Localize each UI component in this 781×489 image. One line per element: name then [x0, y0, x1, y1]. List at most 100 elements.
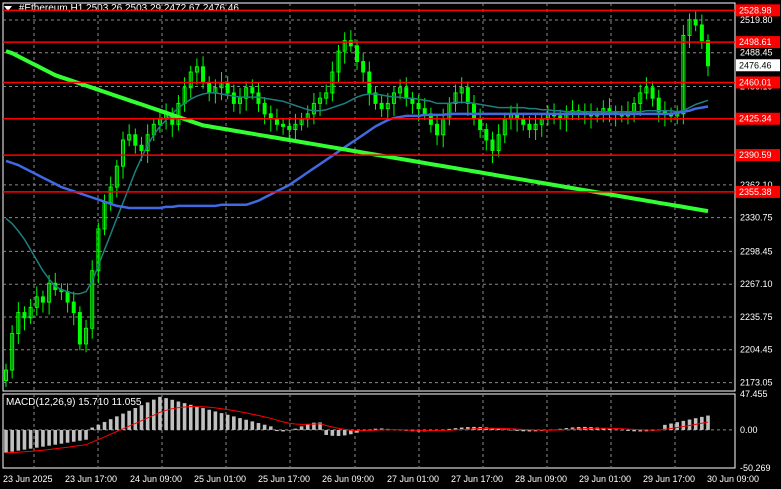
macd-histogram-bar [502, 429, 507, 431]
candle-body [231, 92, 236, 104]
macd-histogram-bar [626, 429, 630, 431]
macd-histogram-bar [53, 429, 58, 445]
time-tick-label: 29 Jun 17:00 [643, 474, 695, 484]
candle-body [650, 87, 655, 99]
price-level-label: 2528.98 [739, 5, 772, 15]
price-level-label: 2425.34 [739, 114, 772, 124]
candle-body [361, 61, 366, 73]
candle-body [250, 87, 255, 94]
time-tick-label: 25 Jun 01:00 [194, 474, 246, 484]
macd-histogram-bar [78, 429, 82, 441]
macd-histogram-bar [207, 409, 212, 430]
price-level-label: 2355.38 [739, 187, 772, 197]
macd-histogram-bar [613, 429, 618, 431]
macd-tick-label: -50.269 [740, 463, 771, 473]
price-tick-label: 2298.45 [740, 246, 773, 256]
candle-body [207, 81, 212, 94]
macd-histogram-bar [102, 421, 107, 430]
macd-histogram-bar [16, 429, 21, 451]
candle-body [355, 45, 359, 63]
candle-body [656, 97, 661, 113]
macd-histogram-bar [90, 427, 95, 430]
macd-histogram-bar [59, 429, 64, 444]
macd-histogram-bar [41, 429, 45, 447]
candle-body [699, 24, 704, 42]
candle-body [133, 134, 138, 146]
macd-histogram-bar [509, 429, 513, 431]
macd-histogram-bar [170, 399, 175, 430]
macd-histogram-bar [28, 429, 33, 449]
macd-histogram-bar [256, 423, 261, 430]
macd-histogram-bar [244, 419, 248, 430]
candle-body [274, 118, 279, 125]
macd-histogram-bar [71, 429, 76, 442]
macd-histogram-bar [84, 429, 88, 440]
candle-body [65, 291, 70, 303]
macd-histogram-bar [176, 401, 181, 430]
candle-body [201, 66, 206, 83]
price-tick-label: 2204.45 [740, 345, 773, 355]
candle-body [472, 102, 476, 120]
candle-body [287, 125, 292, 131]
candle-body [527, 123, 532, 131]
macd-histogram-bar [293, 428, 298, 430]
macd-histogram-bar [145, 402, 150, 430]
candle-body [706, 40, 710, 67]
price-tick-label: 2173.05 [740, 378, 773, 388]
candle-body [422, 108, 427, 115]
candle-body [262, 102, 267, 115]
macd-histogram-bar [336, 429, 341, 436]
macd-histogram-bar [681, 420, 686, 430]
macd-histogram-bar [201, 408, 205, 430]
macd-histogram-bar [305, 424, 310, 430]
time-tick-label: 27 Jun 01:00 [387, 474, 439, 484]
price-tick-label: 2330.75 [740, 213, 773, 223]
candle-body [404, 87, 409, 99]
macd-histogram-bar [139, 405, 144, 430]
macd-histogram-bar [619, 429, 624, 431]
candle-body [521, 118, 526, 125]
price-tick-label: 2235.75 [740, 312, 773, 322]
candle-body [435, 123, 440, 136]
candle-body [379, 102, 384, 110]
price-chart[interactable]: 2519.802488.452456.192362.102330.752298.… [0, 0, 781, 489]
macd-histogram-bar [188, 404, 193, 430]
time-tick-label: 30 Jun 09:00 [707, 474, 759, 484]
macd-histogram-bar [607, 428, 612, 430]
macd-histogram-bar [521, 429, 526, 432]
candle-body [139, 144, 144, 151]
time-tick-label: 29 Jun 01:00 [579, 474, 631, 484]
candle-body [416, 102, 421, 110]
macd-histogram-bar [10, 429, 14, 452]
macd-histogram-bar [342, 429, 347, 436]
macd-histogram-bar [213, 411, 218, 430]
candle-body [256, 92, 261, 104]
candle-body [281, 123, 286, 127]
macd-histogram-bar [133, 407, 138, 430]
macd-histogram-bar [330, 429, 335, 436]
price-tick-label: 2267.10 [740, 279, 773, 289]
macd-histogram-bar [22, 429, 27, 450]
macd-histogram-bar [121, 413, 125, 430]
macd-histogram-bar [47, 429, 51, 446]
candle-body [40, 296, 45, 303]
macd-histogram-bar [324, 429, 329, 435]
price-level-label: 2498.61 [739, 37, 772, 47]
macd-histogram-bar [687, 419, 692, 430]
macd-histogram-bar [299, 426, 304, 430]
macd-histogram-bar [219, 413, 224, 430]
price-tick-label: 2488.45 [740, 48, 773, 58]
candle-body [465, 87, 470, 104]
candle-body [478, 118, 483, 131]
macd-histogram-bar [238, 418, 242, 430]
price-tick-label: 2519.80 [740, 15, 773, 25]
time-tick-label: 24 Jun 09:00 [130, 474, 182, 484]
macd-histogram-bar [281, 429, 285, 432]
macd-histogram-bar [164, 398, 168, 430]
price-level-label: 2460.01 [739, 77, 772, 87]
macd-histogram-bar [4, 429, 8, 453]
candle-body [490, 139, 495, 151]
macd-histogram-bar [65, 429, 70, 443]
macd-histogram-bar [675, 422, 680, 430]
macd-histogram-bar [268, 426, 273, 430]
